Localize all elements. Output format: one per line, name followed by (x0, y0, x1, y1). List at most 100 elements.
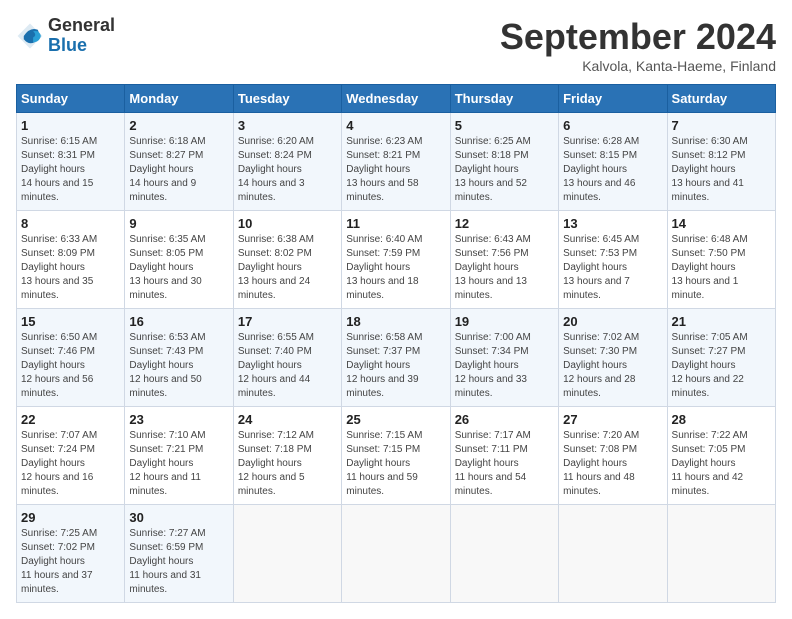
day-info: Sunrise: 7:15 AM Sunset: 7:15 PM Dayligh… (346, 429, 445, 499)
col-wednesday: Wednesday (342, 85, 450, 113)
table-row: 22 Sunrise: 7:07 AM Sunset: 7:24 PM Dayl… (17, 407, 125, 505)
day-number: 13 (563, 216, 662, 231)
table-row (450, 505, 558, 603)
table-row: 14 Sunrise: 6:48 AM Sunset: 7:50 PM Dayl… (667, 211, 775, 309)
day-number: 24 (238, 412, 337, 427)
day-info: Sunrise: 7:02 AM Sunset: 7:30 PM Dayligh… (563, 331, 662, 401)
calendar-week-row: 22 Sunrise: 7:07 AM Sunset: 7:24 PM Dayl… (17, 407, 776, 505)
day-number: 2 (129, 118, 228, 133)
day-number: 9 (129, 216, 228, 231)
day-info: Sunrise: 6:20 AM Sunset: 8:24 PM Dayligh… (238, 135, 337, 205)
table-row: 8 Sunrise: 6:33 AM Sunset: 8:09 PM Dayli… (17, 211, 125, 309)
day-number: 25 (346, 412, 445, 427)
table-row: 24 Sunrise: 7:12 AM Sunset: 7:18 PM Dayl… (233, 407, 341, 505)
day-number: 4 (346, 118, 445, 133)
day-number: 3 (238, 118, 337, 133)
day-number: 8 (21, 216, 120, 231)
day-info: Sunrise: 7:05 AM Sunset: 7:27 PM Dayligh… (672, 331, 771, 401)
table-row: 17 Sunrise: 6:55 AM Sunset: 7:40 PM Dayl… (233, 309, 341, 407)
day-number: 29 (21, 510, 120, 525)
day-number: 20 (563, 314, 662, 329)
table-row: 26 Sunrise: 7:17 AM Sunset: 7:11 PM Dayl… (450, 407, 558, 505)
day-number: 6 (563, 118, 662, 133)
calendar-table: Sunday Monday Tuesday Wednesday Thursday… (16, 84, 776, 603)
table-row (342, 505, 450, 603)
calendar-week-row: 8 Sunrise: 6:33 AM Sunset: 8:09 PM Dayli… (17, 211, 776, 309)
table-row: 9 Sunrise: 6:35 AM Sunset: 8:05 PM Dayli… (125, 211, 233, 309)
day-info: Sunrise: 6:25 AM Sunset: 8:18 PM Dayligh… (455, 135, 554, 205)
day-info: Sunrise: 7:20 AM Sunset: 7:08 PM Dayligh… (563, 429, 662, 499)
table-row: 2 Sunrise: 6:18 AM Sunset: 8:27 PM Dayli… (125, 113, 233, 211)
table-row: 12 Sunrise: 6:43 AM Sunset: 7:56 PM Dayl… (450, 211, 558, 309)
calendar-week-row: 15 Sunrise: 6:50 AM Sunset: 7:46 PM Dayl… (17, 309, 776, 407)
day-info: Sunrise: 6:35 AM Sunset: 8:05 PM Dayligh… (129, 233, 228, 303)
page-header: General Blue September 2024 Kalvola, Kan… (16, 16, 776, 74)
day-info: Sunrise: 6:50 AM Sunset: 7:46 PM Dayligh… (21, 331, 120, 401)
day-number: 21 (672, 314, 771, 329)
day-number: 11 (346, 216, 445, 231)
day-info: Sunrise: 6:55 AM Sunset: 7:40 PM Dayligh… (238, 331, 337, 401)
col-saturday: Saturday (667, 85, 775, 113)
day-info: Sunrise: 6:23 AM Sunset: 8:21 PM Dayligh… (346, 135, 445, 205)
day-info: Sunrise: 7:10 AM Sunset: 7:21 PM Dayligh… (129, 429, 228, 499)
day-info: Sunrise: 7:00 AM Sunset: 7:34 PM Dayligh… (455, 331, 554, 401)
day-number: 27 (563, 412, 662, 427)
col-monday: Monday (125, 85, 233, 113)
day-number: 23 (129, 412, 228, 427)
table-row: 6 Sunrise: 6:28 AM Sunset: 8:15 PM Dayli… (559, 113, 667, 211)
title-block: September 2024 Kalvola, Kanta-Haeme, Fin… (500, 16, 776, 74)
logo-general-text: General (48, 16, 115, 36)
table-row: 19 Sunrise: 7:00 AM Sunset: 7:34 PM Dayl… (450, 309, 558, 407)
location-subtitle: Kalvola, Kanta-Haeme, Finland (500, 58, 776, 74)
day-number: 30 (129, 510, 228, 525)
calendar-week-row: 29 Sunrise: 7:25 AM Sunset: 7:02 PM Dayl… (17, 505, 776, 603)
day-number: 5 (455, 118, 554, 133)
day-info: Sunrise: 6:53 AM Sunset: 7:43 PM Dayligh… (129, 331, 228, 401)
logo-blue-text: Blue (48, 36, 115, 56)
table-row: 20 Sunrise: 7:02 AM Sunset: 7:30 PM Dayl… (559, 309, 667, 407)
day-number: 26 (455, 412, 554, 427)
logo-icon (16, 22, 44, 50)
day-number: 1 (21, 118, 120, 133)
day-number: 7 (672, 118, 771, 133)
col-sunday: Sunday (17, 85, 125, 113)
month-title: September 2024 (500, 16, 776, 58)
day-info: Sunrise: 7:12 AM Sunset: 7:18 PM Dayligh… (238, 429, 337, 499)
day-number: 15 (21, 314, 120, 329)
day-info: Sunrise: 6:48 AM Sunset: 7:50 PM Dayligh… (672, 233, 771, 303)
col-thursday: Thursday (450, 85, 558, 113)
table-row: 1 Sunrise: 6:15 AM Sunset: 8:31 PM Dayli… (17, 113, 125, 211)
day-info: Sunrise: 7:17 AM Sunset: 7:11 PM Dayligh… (455, 429, 554, 499)
day-number: 18 (346, 314, 445, 329)
table-row: 11 Sunrise: 6:40 AM Sunset: 7:59 PM Dayl… (342, 211, 450, 309)
table-row: 10 Sunrise: 6:38 AM Sunset: 8:02 PM Dayl… (233, 211, 341, 309)
day-info: Sunrise: 6:28 AM Sunset: 8:15 PM Dayligh… (563, 135, 662, 205)
day-number: 17 (238, 314, 337, 329)
table-row: 16 Sunrise: 6:53 AM Sunset: 7:43 PM Dayl… (125, 309, 233, 407)
day-number: 10 (238, 216, 337, 231)
table-row (233, 505, 341, 603)
calendar-week-row: 1 Sunrise: 6:15 AM Sunset: 8:31 PM Dayli… (17, 113, 776, 211)
day-number: 22 (21, 412, 120, 427)
col-tuesday: Tuesday (233, 85, 341, 113)
day-number: 12 (455, 216, 554, 231)
day-info: Sunrise: 7:25 AM Sunset: 7:02 PM Dayligh… (21, 527, 120, 597)
calendar-header-row: Sunday Monday Tuesday Wednesday Thursday… (17, 85, 776, 113)
day-number: 16 (129, 314, 228, 329)
table-row: 3 Sunrise: 6:20 AM Sunset: 8:24 PM Dayli… (233, 113, 341, 211)
day-info: Sunrise: 7:07 AM Sunset: 7:24 PM Dayligh… (21, 429, 120, 499)
day-info: Sunrise: 6:15 AM Sunset: 8:31 PM Dayligh… (21, 135, 120, 205)
table-row: 28 Sunrise: 7:22 AM Sunset: 7:05 PM Dayl… (667, 407, 775, 505)
table-row: 18 Sunrise: 6:58 AM Sunset: 7:37 PM Dayl… (342, 309, 450, 407)
day-info: Sunrise: 6:58 AM Sunset: 7:37 PM Dayligh… (346, 331, 445, 401)
day-info: Sunrise: 6:18 AM Sunset: 8:27 PM Dayligh… (129, 135, 228, 205)
day-info: Sunrise: 7:27 AM Sunset: 6:59 PM Dayligh… (129, 527, 228, 597)
day-number: 14 (672, 216, 771, 231)
day-info: Sunrise: 7:22 AM Sunset: 7:05 PM Dayligh… (672, 429, 771, 499)
table-row: 4 Sunrise: 6:23 AM Sunset: 8:21 PM Dayli… (342, 113, 450, 211)
table-row: 13 Sunrise: 6:45 AM Sunset: 7:53 PM Dayl… (559, 211, 667, 309)
table-row: 29 Sunrise: 7:25 AM Sunset: 7:02 PM Dayl… (17, 505, 125, 603)
table-row: 15 Sunrise: 6:50 AM Sunset: 7:46 PM Dayl… (17, 309, 125, 407)
day-info: Sunrise: 6:33 AM Sunset: 8:09 PM Dayligh… (21, 233, 120, 303)
day-info: Sunrise: 6:40 AM Sunset: 7:59 PM Dayligh… (346, 233, 445, 303)
